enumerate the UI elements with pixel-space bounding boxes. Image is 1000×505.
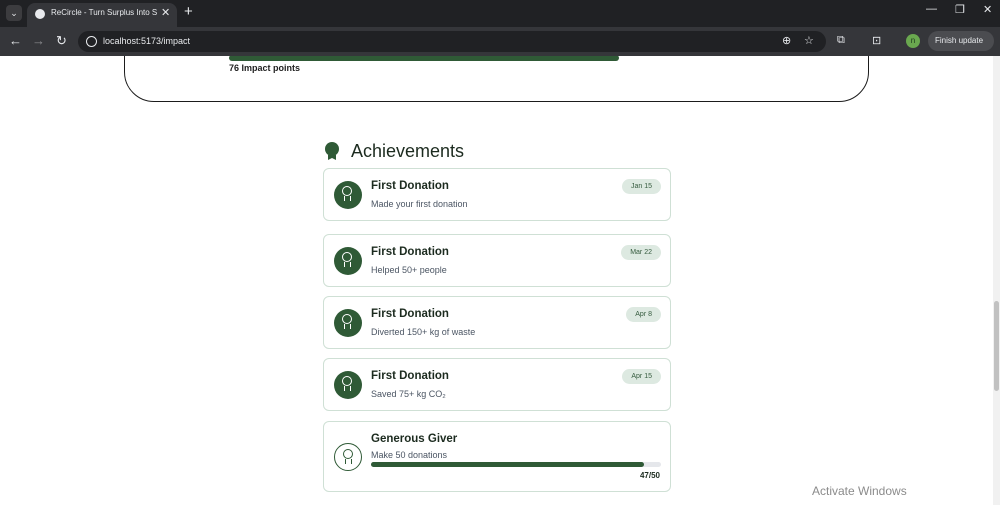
scrollbar-thumb[interactable] <box>994 301 999 391</box>
achievement-progress-fill <box>371 462 644 467</box>
in-progress-achievement-card: Generous Giver Make 50 donations 47/50 <box>323 421 671 492</box>
achievement-title: First Donation <box>371 246 449 258</box>
award-badge-outline-icon <box>334 443 362 471</box>
favicon-icon <box>35 9 45 19</box>
impact-summary-card: 76 Impact points <box>124 56 869 102</box>
achievement-date: Apr 15 <box>622 369 661 384</box>
impact-progress-bar <box>229 56 619 61</box>
active-tab[interactable]: ReCircle - Turn Surplus Into Su ✕ <box>27 3 177 27</box>
zoom-icon[interactable]: ⊕ <box>782 34 791 47</box>
achievement-description: Made your first donation <box>371 199 468 209</box>
extensions-icon[interactable]: ⧉ <box>837 34 845 47</box>
new-tab-button[interactable]: + <box>184 3 193 20</box>
forward-icon[interactable]: → <box>32 33 45 48</box>
windows-activation-watermark: Activate Windows <box>812 484 907 498</box>
achievement-progress-count: 47/50 <box>639 471 660 480</box>
medal-icon <box>325 142 339 156</box>
achievement-date: Mar 22 <box>621 245 661 260</box>
achievement-description: Saved 75+ kg CO₂ <box>371 389 446 399</box>
tab-bar: ⌄ ReCircle - Turn Surplus Into Su ✕ + — … <box>0 0 1000 27</box>
address-bar[interactable]: localhost:5173/impact ⊕ ☆ <box>78 31 826 52</box>
achievement-description: Helped 50+ people <box>371 265 447 275</box>
tab-search-button[interactable]: ⌄ <box>6 5 22 21</box>
achievement-date: Apr 8 <box>626 307 661 322</box>
award-badge-icon <box>334 247 362 275</box>
achievement-title: First Donation <box>371 370 449 382</box>
award-badge-icon <box>334 309 362 337</box>
achievement-card: First Donation Made your first donation … <box>323 168 671 221</box>
close-icon[interactable]: ✕ <box>161 6 170 19</box>
finish-update-button[interactable]: Finish update <box>928 31 994 51</box>
impact-points-label: 76 Impact points <box>229 63 301 73</box>
page-viewport: 76 Impact points Achievements First Dona… <box>0 56 993 505</box>
minimize-button[interactable]: — <box>926 3 937 15</box>
page-scrollbar[interactable] <box>993 56 1000 505</box>
achievement-card: First Donation Helped 50+ people Mar 22 <box>323 234 671 287</box>
browser-toolbar: ← → ↻ localhost:5173/impact ⊕ ☆ ⧉ ⊡ n Fi… <box>0 27 1000 56</box>
tab-title: ReCircle - Turn Surplus Into Su <box>51 8 157 17</box>
screenshot-icon[interactable]: ⊡ <box>872 34 881 47</box>
profile-avatar[interactable]: n <box>906 34 920 48</box>
site-info-icon[interactable] <box>86 36 97 47</box>
achievement-card: First Donation Diverted 150+ kg of waste… <box>323 296 671 349</box>
achievement-description: Make 50 donations <box>371 450 448 460</box>
achievement-description: Diverted 150+ kg of waste <box>371 327 476 337</box>
achievement-title: First Donation <box>371 180 449 192</box>
url-text[interactable]: localhost:5173/impact <box>103 36 190 46</box>
reload-icon[interactable]: ↻ <box>56 33 67 49</box>
achievement-title: Generous Giver <box>371 433 458 445</box>
bookmark-star-icon[interactable]: ☆ <box>804 34 814 47</box>
award-badge-icon <box>334 181 362 209</box>
close-window-button[interactable]: ✕ <box>983 3 992 16</box>
award-badge-icon <box>334 371 362 399</box>
achievement-title: First Donation <box>371 308 449 320</box>
back-icon[interactable]: ← <box>9 33 22 48</box>
achievement-date: Jan 15 <box>621 179 661 194</box>
achievement-card: First Donation Saved 75+ kg CO₂ Apr 15 <box>323 358 671 411</box>
maximize-button[interactable]: ❐ <box>955 3 965 16</box>
achievement-progress-track <box>371 462 661 467</box>
achievements-title: Achievements <box>351 141 465 161</box>
